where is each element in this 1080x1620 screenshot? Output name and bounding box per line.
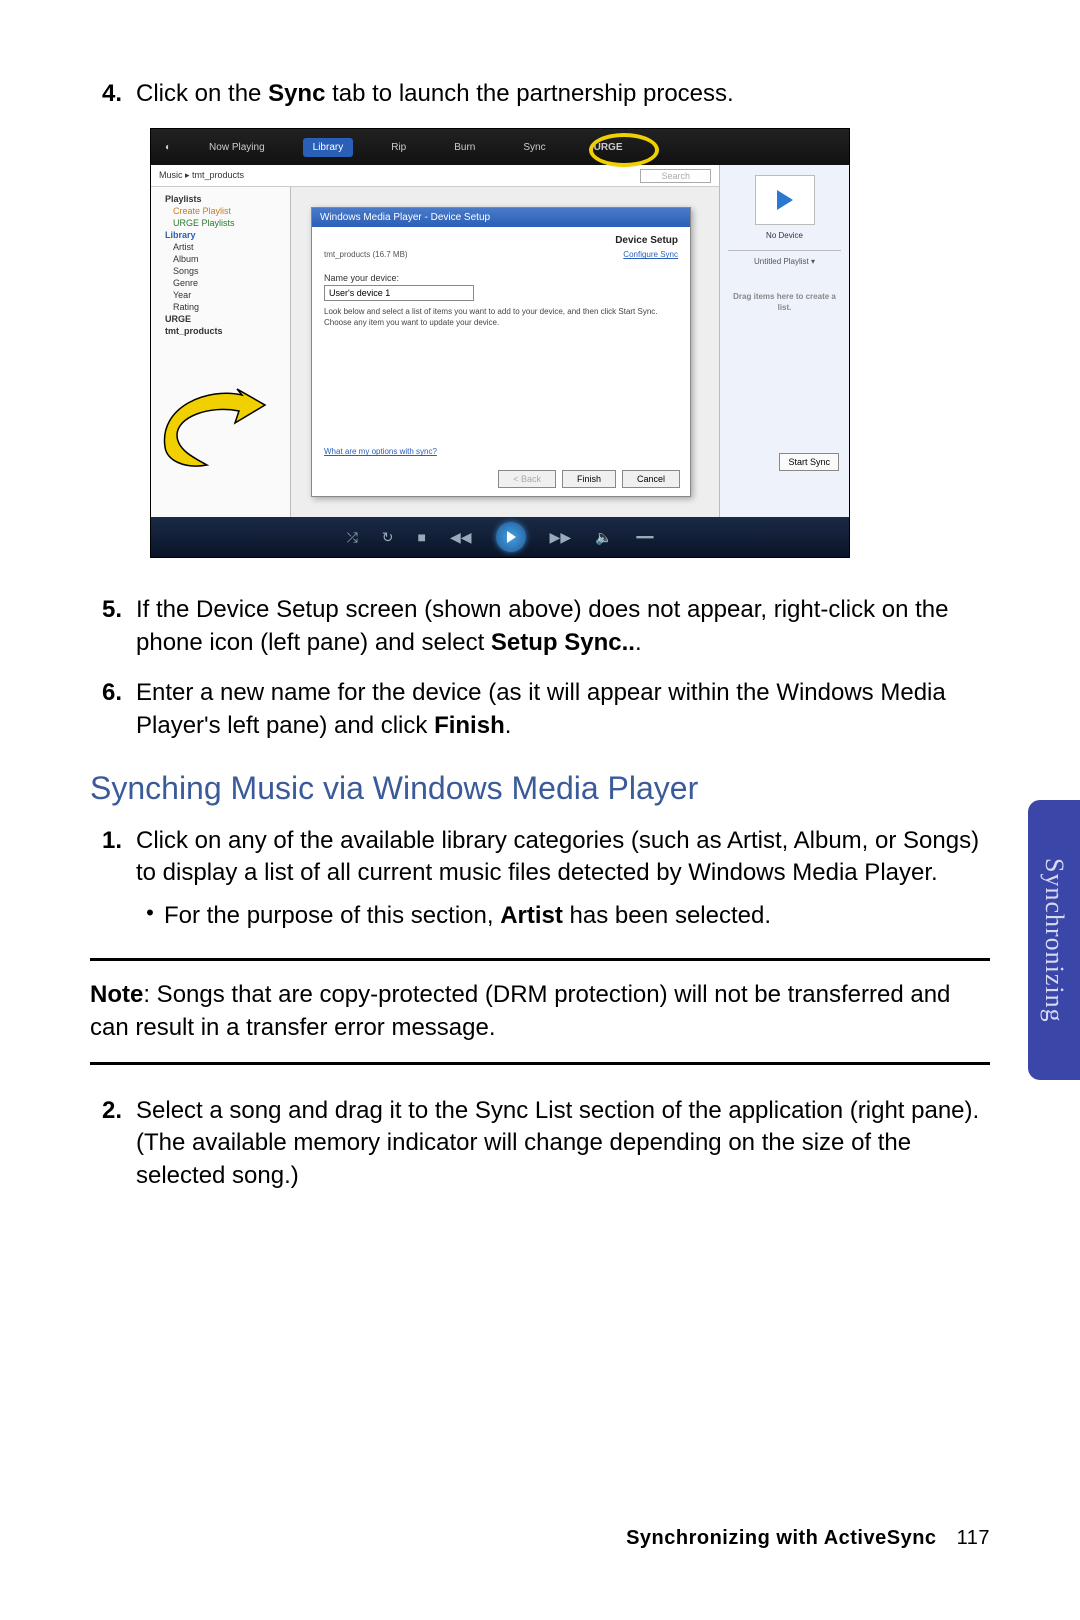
step-6-number: 6. bbox=[90, 677, 136, 742]
tree-songs[interactable]: Songs bbox=[155, 265, 286, 277]
wmp-top-bar: ◐ Now Playing Library Rip Burn Sync URGE bbox=[151, 129, 849, 165]
dialog-titlebar: Windows Media Player - Device Setup bbox=[312, 208, 690, 227]
dialog-help-text: Look below and select a list of items yo… bbox=[312, 301, 690, 328]
breadcrumb-text[interactable]: Music ▸ tmt_products bbox=[159, 170, 244, 181]
step-b1-bullet: • For the purpose of this section, Artis… bbox=[136, 900, 990, 932]
finish-button[interactable]: Finish bbox=[562, 470, 616, 488]
dialog-subhead: tmt_products (16.7 MB) Configure Sync bbox=[312, 250, 690, 265]
step-b1-number: 1. bbox=[90, 825, 136, 932]
tree-playlists[interactable]: Playlists bbox=[155, 193, 286, 205]
tree-create-playlist[interactable]: Create Playlist bbox=[155, 205, 286, 217]
dialog-buttons: < Back Finish Cancel bbox=[498, 470, 680, 488]
step-5-text: If the Device Setup screen (shown above)… bbox=[136, 594, 990, 659]
tree-device[interactable]: tmt_products bbox=[155, 325, 286, 337]
wmp-screenshot: ◐ Now Playing Library Rip Burn Sync URGE… bbox=[150, 128, 850, 558]
page-footer: Synchronizing with ActiveSync 117 bbox=[626, 1527, 990, 1550]
bullet-text: For the purpose of this section, Artist … bbox=[164, 900, 771, 932]
step-6-pre: Enter a new name for the device (as it w… bbox=[136, 679, 946, 738]
finish-keyword: Finish bbox=[434, 712, 505, 739]
start-sync-button[interactable]: Start Sync bbox=[779, 453, 839, 471]
tree-album[interactable]: Album bbox=[155, 253, 286, 265]
back-button[interactable]: < Back bbox=[498, 470, 556, 488]
yellow-arrow-icon bbox=[150, 387, 267, 477]
sync-options-link[interactable]: What are my options with sync? bbox=[324, 447, 437, 456]
step-5: 5. If the Device Setup screen (shown abo… bbox=[90, 594, 990, 659]
step-4-number: 4. bbox=[90, 78, 136, 110]
step-4-text: Click on the Sync tab to launch the part… bbox=[136, 78, 990, 110]
shuffle-icon[interactable]: ⤮ bbox=[347, 529, 358, 546]
name-device-label: Name your device: bbox=[312, 265, 690, 285]
step-b2: 2. Select a song and drag it to the Sync… bbox=[90, 1095, 990, 1192]
next-icon[interactable]: ▶▶ bbox=[550, 529, 572, 546]
footer-title: Synchronizing with ActiveSync bbox=[626, 1527, 936, 1549]
step-b1: 1. Click on any of the available library… bbox=[90, 825, 990, 932]
step-6: 6. Enter a new name for the device (as i… bbox=[90, 677, 990, 742]
drag-hint: Drag items here to create a list. bbox=[728, 292, 841, 313]
step-4-pre: Click on the bbox=[136, 80, 268, 107]
no-device-label: No Device bbox=[728, 231, 841, 240]
side-tab-label: Synchronizing bbox=[1039, 858, 1069, 1023]
device-setup-dialog: Windows Media Player - Device Setup Devi… bbox=[311, 207, 691, 497]
wmp-body: Music ▸ tmt_products Search Playlists Cr… bbox=[151, 165, 849, 517]
search-box[interactable]: Search bbox=[640, 169, 711, 183]
note-label: Note bbox=[90, 981, 143, 1008]
untitled-playlist[interactable]: Untitled Playlist ▾ bbox=[728, 250, 841, 266]
device-play-icon bbox=[755, 175, 815, 225]
section-heading: Synching Music via Windows Media Player bbox=[90, 770, 990, 807]
tab-library[interactable]: Library bbox=[303, 138, 354, 157]
note-text: : Songs that are copy-protected (DRM pro… bbox=[90, 981, 950, 1040]
prev-icon[interactable]: ◀◀ bbox=[450, 529, 472, 546]
dialog-heading: Device Setup bbox=[312, 227, 690, 250]
play-button-icon[interactable] bbox=[496, 522, 526, 552]
step-b2-text: Select a song and drag it to the Sync Li… bbox=[136, 1095, 990, 1192]
step-b2-number: 2. bbox=[90, 1095, 136, 1192]
page-number: 117 bbox=[957, 1527, 990, 1549]
step-6-post: . bbox=[505, 712, 512, 739]
tab-rip[interactable]: Rip bbox=[381, 138, 416, 157]
wmp-app-icon: ◐ bbox=[165, 142, 171, 153]
stop-icon[interactable]: ■ bbox=[418, 529, 426, 545]
tree-genre[interactable]: Genre bbox=[155, 277, 286, 289]
step-4-post: tab to launch the partnership process. bbox=[325, 80, 733, 107]
volume-slider[interactable]: ━━ bbox=[637, 529, 654, 546]
configure-sync-link[interactable]: Configure Sync bbox=[623, 250, 678, 259]
step-b1-body: Click on any of the available library ca… bbox=[136, 825, 990, 932]
device-name-input[interactable]: User's device 1 bbox=[324, 285, 474, 301]
step-b1-text: Click on any of the available library ca… bbox=[136, 827, 979, 886]
bullet-pre: For the purpose of this section, bbox=[164, 902, 500, 929]
tree-artist[interactable]: Artist bbox=[155, 241, 286, 253]
device-size: tmt_products (16.7 MB) bbox=[324, 250, 408, 259]
step-5-number: 5. bbox=[90, 594, 136, 659]
tab-burn[interactable]: Burn bbox=[444, 138, 485, 157]
wmp-breadcrumb-bar: Music ▸ tmt_products Search bbox=[151, 165, 719, 187]
section-side-tab: Synchronizing bbox=[1028, 800, 1080, 1080]
bullet-post: has been selected. bbox=[563, 902, 771, 929]
wmp-playback-controls: ⤮ ↻ ■ ◀◀ ▶▶ 🔈 ━━ bbox=[151, 517, 849, 557]
tree-urge[interactable]: URGE bbox=[155, 313, 286, 325]
step-4: 4. Click on the Sync tab to launch the p… bbox=[90, 78, 990, 110]
wmp-center-pane: Windows Media Player - Device Setup Devi… bbox=[291, 187, 719, 517]
setup-sync-keyword: Setup Sync.. bbox=[491, 629, 635, 656]
tab-sync[interactable]: Sync bbox=[513, 138, 555, 157]
wmp-left-tree[interactable]: Playlists Create Playlist URGE Playlists… bbox=[151, 187, 291, 517]
tree-year[interactable]: Year bbox=[155, 289, 286, 301]
sync-keyword: Sync bbox=[268, 80, 325, 107]
repeat-icon[interactable]: ↻ bbox=[382, 529, 394, 546]
tree-urge-playlists[interactable]: URGE Playlists bbox=[155, 217, 286, 229]
tree-library[interactable]: Library bbox=[155, 229, 286, 241]
note-block: Note: Songs that are copy-protected (DRM… bbox=[90, 958, 990, 1065]
step-5-post: . bbox=[635, 629, 642, 656]
document-page: 4. Click on the Sync tab to launch the p… bbox=[0, 0, 1080, 1270]
cancel-button[interactable]: Cancel bbox=[622, 470, 680, 488]
artist-keyword: Artist bbox=[500, 902, 563, 929]
step-6-text: Enter a new name for the device (as it w… bbox=[136, 677, 990, 742]
tab-now-playing[interactable]: Now Playing bbox=[199, 138, 275, 157]
mute-icon[interactable]: 🔈 bbox=[595, 529, 612, 546]
bullet-dot-icon: • bbox=[136, 900, 164, 932]
tree-rating[interactable]: Rating bbox=[155, 301, 286, 313]
